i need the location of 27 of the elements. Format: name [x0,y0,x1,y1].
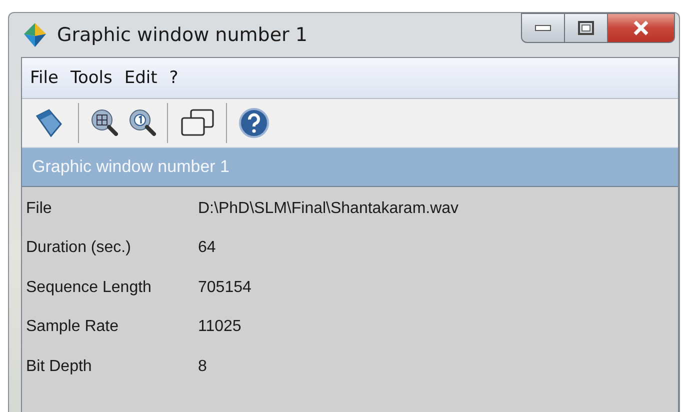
minimize-button[interactable] [521,13,565,43]
menu-item[interactable]: Tools [70,68,112,88]
close-icon [632,20,650,36]
maximize-button[interactable] [564,13,608,43]
field-label: File [26,200,53,218]
field-label: Duration (sec.) [26,239,132,258]
field-label: Sequence Length [26,278,152,297]
close-button[interactable] [607,13,675,43]
menu-item[interactable]: ? [169,68,178,88]
field-value: D:\PhD\SLM\Final\Shantakaram.wav [198,200,460,218]
panel-title: Graphic window number 1 [32,157,230,177]
app-logo-icon [23,22,47,48]
zoom-one-icon [128,108,156,138]
help-icon [238,107,270,139]
maximize-icon [578,21,594,35]
menu-item[interactable]: Edit [124,68,158,88]
window-title: Graphic window number 1 [57,24,308,46]
minimize-icon [535,25,551,31]
field-value: 8 [198,358,208,376]
field-value: 705154 [198,278,252,297]
field-label: Sample Rate [26,318,120,336]
zoom-grid-icon [90,108,118,138]
menu-item[interactable]: File [30,68,58,88]
field-value: 64 [198,239,217,258]
windows-icon [179,107,215,139]
field-label: Bit Depth [26,358,93,376]
field-value: 11025 [198,318,242,336]
